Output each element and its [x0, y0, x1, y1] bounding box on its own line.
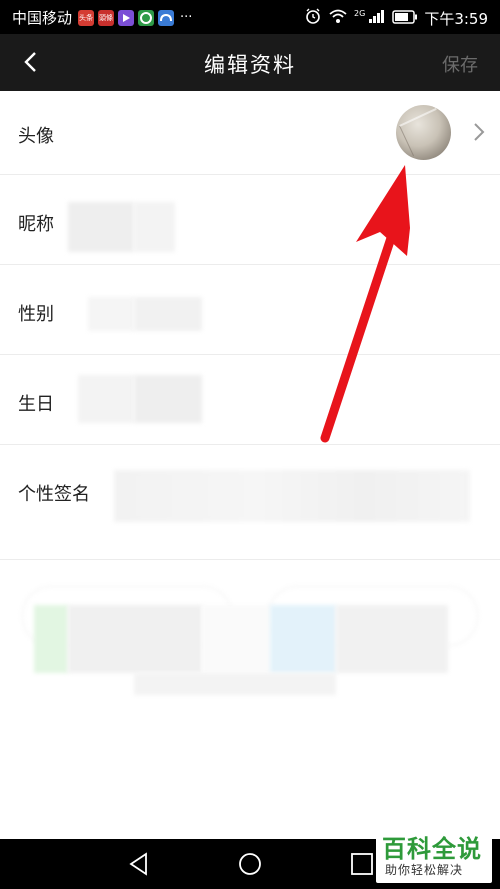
- watermark-logo: 百科全说 助你轻松解决: [376, 827, 492, 883]
- red-arrow-annotation: [320, 165, 410, 443]
- watermark-subtitle: 助你轻松解决: [385, 863, 464, 877]
- home-circle-icon[interactable]: [237, 851, 263, 877]
- watermark-title: 百科全说: [382, 835, 482, 863]
- back-triangle-icon[interactable]: [126, 851, 152, 877]
- recents-square-icon[interactable]: [349, 851, 375, 877]
